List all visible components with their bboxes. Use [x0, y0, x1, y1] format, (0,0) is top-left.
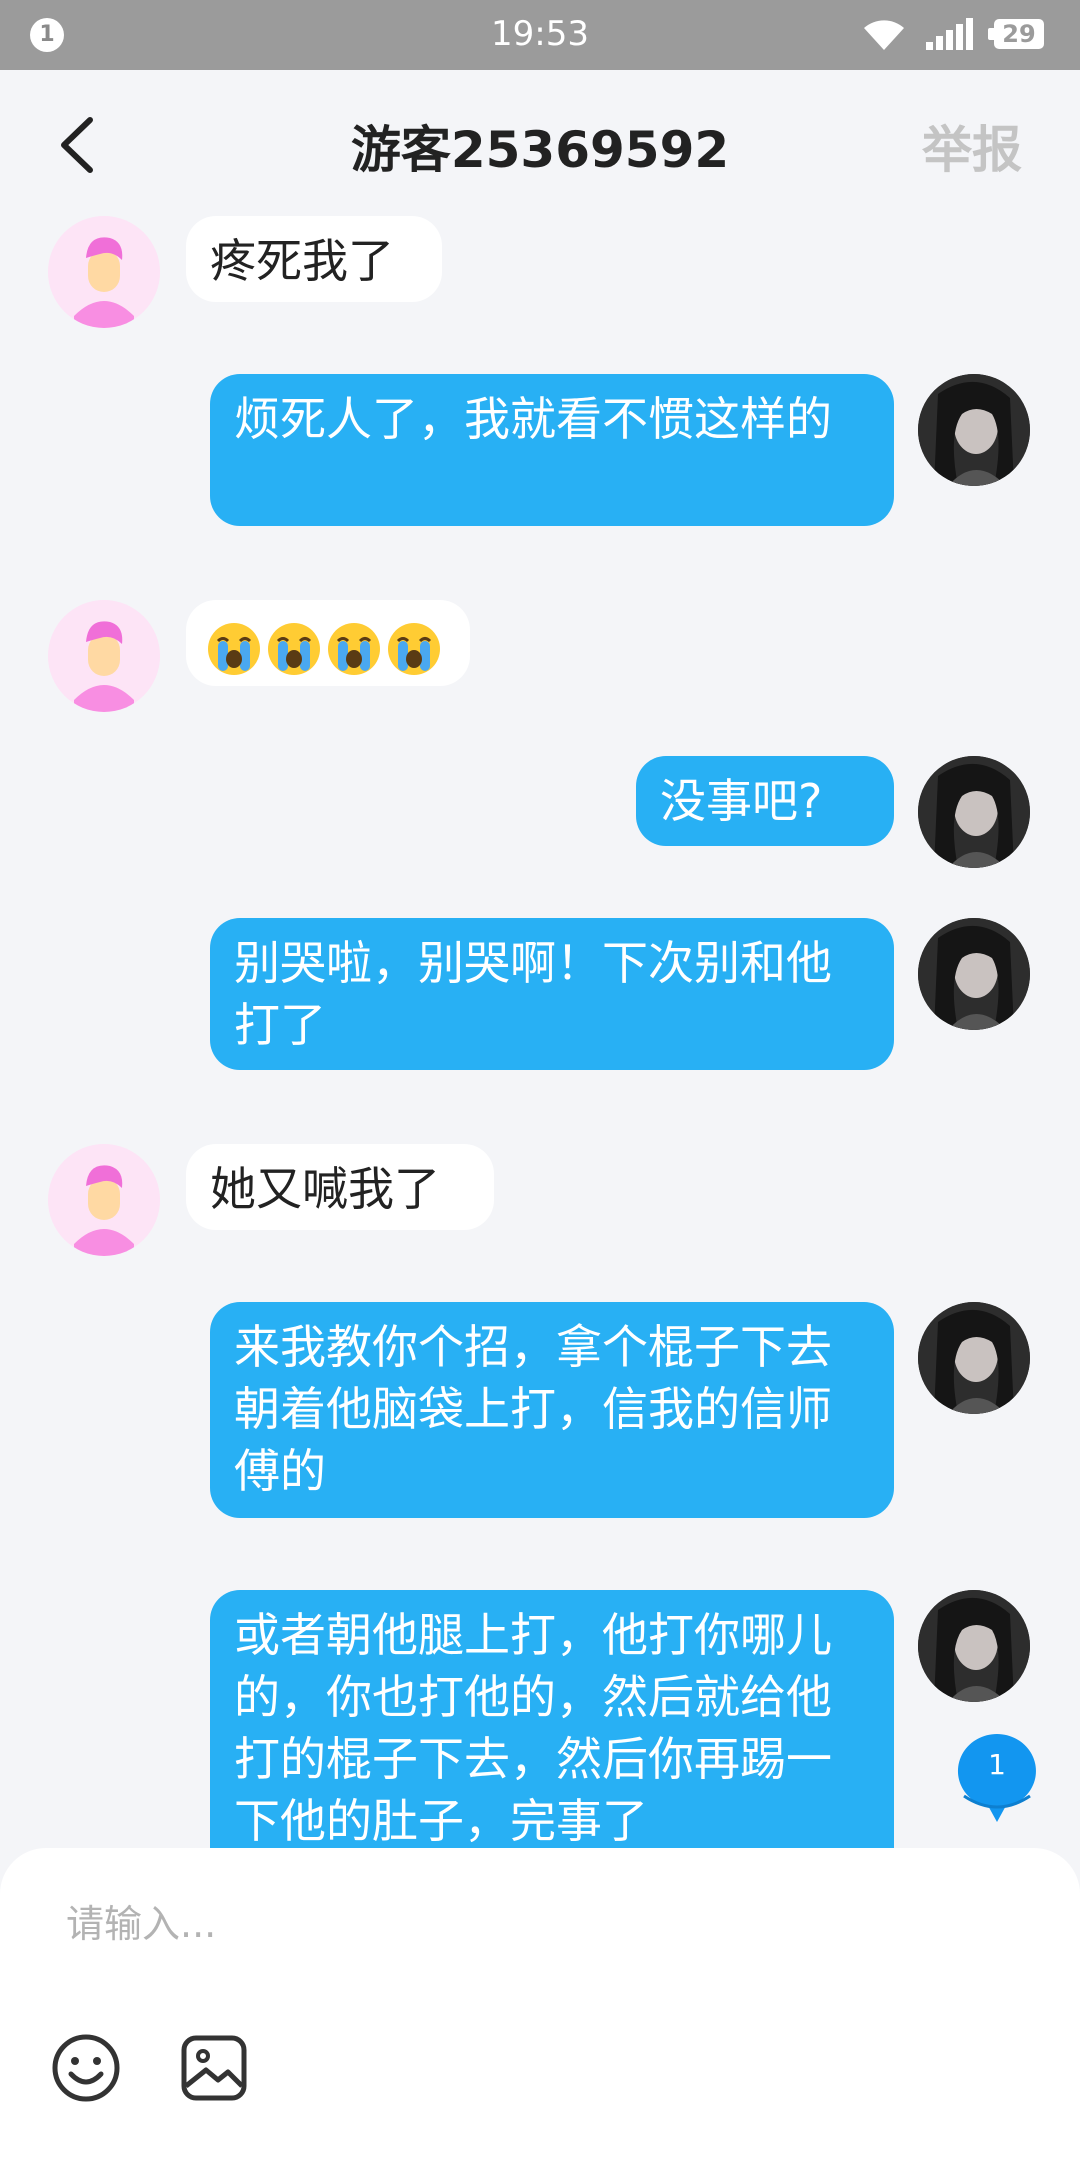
message-bubble-outgoing[interactable]: 烦死人了，我就看不惯这样的 — [210, 374, 894, 526]
message-bubble-incoming[interactable] — [186, 600, 470, 686]
guest-avatar[interactable] — [48, 1144, 160, 1256]
message-bubble-outgoing[interactable]: 或者朝他腿上打，他打你哪儿的，你也打他的，然后就给他打的棍子下去，然后你再踢一下… — [210, 1590, 894, 1890]
crying-face-icon — [208, 622, 260, 675]
my-avatar[interactable] — [918, 918, 1030, 1030]
emoji-button[interactable] — [50, 2032, 122, 2104]
profile-photo-icon — [918, 918, 1030, 1030]
profile-photo-icon — [918, 374, 1030, 486]
unread-message-badge[interactable]: 1 — [956, 1732, 1038, 1822]
chat-title: 游客25369592 — [350, 121, 730, 179]
unread-count: 1 — [988, 1748, 1006, 1781]
message-text: 或者朝他腿上打，他打你哪儿的，你也打他的，然后就给他打的棍子下去，然后你再踢一下… — [234, 1608, 832, 1848]
user-icon — [48, 216, 160, 328]
input-panel — [0, 1848, 1080, 2160]
message-text: 别哭啦，别哭啊！下次别和他打了 — [234, 936, 832, 1052]
signal-icon — [926, 18, 973, 50]
smiley-icon — [52, 2034, 120, 2102]
message-text: 没事吧? — [660, 774, 823, 828]
my-avatar[interactable] — [918, 374, 1030, 486]
message-bubble-outgoing[interactable]: 没事吧? — [636, 756, 894, 846]
message-bubble-outgoing[interactable]: 来我教你个招，拿个棍子下去朝着他脑袋上打，信我的信师傅的 — [210, 1302, 894, 1518]
battery-icon: 29 — [988, 19, 1044, 49]
profile-photo-icon — [918, 1302, 1030, 1414]
status-time: 19:53 — [491, 14, 589, 54]
message-bubble-outgoing[interactable]: 别哭啦，别哭啊！下次别和他打了 — [210, 918, 894, 1070]
message-bubble-incoming[interactable]: 她又喊我了 — [186, 1144, 494, 1230]
my-avatar[interactable] — [918, 1590, 1030, 1702]
chat-header: 游客25369592 举报 — [0, 70, 1080, 220]
crying-face-icon — [328, 622, 380, 675]
user-icon — [48, 1144, 160, 1256]
guest-avatar[interactable] — [48, 600, 160, 712]
my-avatar[interactable] — [918, 1302, 1030, 1414]
profile-photo-icon — [918, 1590, 1030, 1702]
status-bar: 1 19:53 29 — [0, 0, 1080, 70]
profile-photo-icon — [918, 756, 1030, 868]
message-text: 来我教你个招，拿个棍子下去朝着他脑袋上打，信我的信师傅的 — [234, 1320, 832, 1498]
message-text: 烦死人了，我就看不惯这样的 — [234, 392, 832, 446]
guest-avatar[interactable] — [48, 216, 160, 328]
image-icon — [181, 2035, 247, 2101]
crying-face-icon — [388, 622, 440, 675]
message-input[interactable] — [64, 1888, 1008, 1960]
image-button[interactable] — [178, 2032, 250, 2104]
message-text: 疼死我了 — [210, 234, 394, 288]
user-icon — [48, 600, 160, 712]
my-avatar[interactable] — [918, 756, 1030, 868]
crying-face-icon — [268, 622, 320, 675]
wifi-icon — [864, 20, 904, 50]
message-text: 她又喊我了 — [210, 1162, 440, 1216]
message-bubble-incoming[interactable]: 疼死我了 — [186, 216, 442, 302]
report-button[interactable]: 举报 — [922, 110, 1022, 182]
